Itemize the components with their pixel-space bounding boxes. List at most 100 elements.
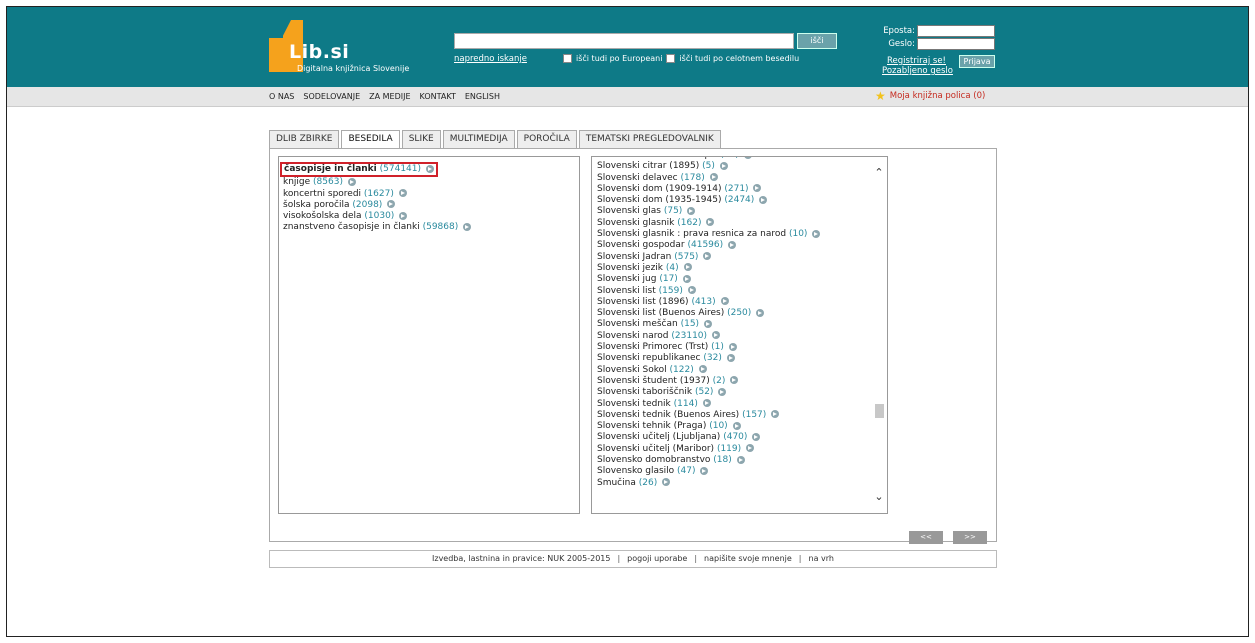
arrow-right-icon[interactable] [732,421,741,430]
arrow-right-icon[interactable] [711,331,720,340]
arrow-right-icon[interactable] [347,177,356,186]
item-title[interactable]: Slovenski dom (1935-1945) [597,195,721,205]
item-title[interactable]: Slovenski delavec [597,173,678,183]
list-item[interactable]: Slovenski študent (1937) (2) [597,376,820,387]
arrow-right-icon[interactable] [812,229,821,238]
list-item[interactable]: Slovenski Jadran (575) [597,252,820,263]
list-item[interactable]: Slovenski list (159) [597,286,820,297]
list-item[interactable]: Slovenski tehnik (Praga) (10) [597,421,820,432]
arrow-right-icon[interactable] [726,353,735,362]
item-title[interactable]: Slovenski glasnik [597,218,674,228]
list-item[interactable]: Slovenski Sokol (122) [597,365,820,376]
arrow-right-icon[interactable] [703,252,712,261]
list-item[interactable]: Slovenski glasnik (162) [597,218,820,229]
list-item[interactable]: Slovenski narod (23110) [597,331,820,342]
item-title[interactable]: časopisje in članki [284,164,377,174]
item-title[interactable]: knjige [283,177,310,187]
list-item[interactable]: znanstveno časopisje in članki (59868) [283,222,575,233]
scroll-up-icon[interactable]: ⌃ [873,167,885,179]
item-title[interactable]: Slovenski gospodar [597,240,685,250]
arrow-right-icon[interactable] [752,432,761,441]
list-item[interactable]: Slovenski tednik (Buenos Aires) (157) [597,410,820,421]
list-item[interactable]: koncertni sporedi (1627) [283,189,575,200]
item-title[interactable]: Slovenski Jadran [597,252,671,262]
item-title[interactable]: koncertni sporedi [283,189,361,199]
tab-texts[interactable]: BESEDILA [341,130,400,149]
item-title[interactable]: Slovenski študent (1937) [597,376,710,386]
arrow-right-icon[interactable] [720,297,729,306]
item-title[interactable]: Slovenski meščan [597,319,678,329]
arrow-right-icon[interactable] [728,240,737,249]
arrow-right-icon[interactable] [687,286,696,295]
item-title[interactable]: Slovenski citrar (1895) [597,161,699,171]
logo-text[interactable]: Lib.si [289,41,349,63]
arrow-right-icon[interactable] [709,173,718,182]
item-title[interactable]: Slovenski jezik [597,263,663,273]
item-title[interactable]: Slovenski Primorec (Trst) [597,342,708,352]
nav-item-english[interactable]: ENGLISH [465,92,500,101]
arrow-right-icon[interactable] [682,274,691,283]
tab-reports[interactable]: POROČILA [516,130,577,148]
arrow-right-icon[interactable] [700,466,709,475]
item-title[interactable]: Slovenski učitelj (Maribor) [597,444,714,454]
europeana-checkbox[interactable] [563,54,572,63]
list-item[interactable]: knjige (8563) [283,177,575,188]
item-title[interactable]: visokošolska dela [283,211,362,221]
nav-item-cooperation[interactable]: SODELOVANJE [303,92,360,101]
item-title[interactable]: šolska poročila [283,200,350,210]
arrow-right-icon[interactable] [399,211,408,220]
arrow-right-icon[interactable] [728,342,737,351]
item-title[interactable]: Slovenski narod [597,331,669,341]
arrow-right-icon[interactable] [706,218,715,227]
fulltext-checkbox[interactable] [666,54,676,63]
item-title[interactable]: Slovenski list [597,286,656,296]
list-item[interactable]: visokošolska dela (1030) [283,211,575,222]
list-item[interactable]: Smučina (26) [597,478,820,489]
list-item[interactable]: šolska poročila (2098) [283,200,575,211]
item-title[interactable]: Slovenski list (Buenos Aires) [597,308,724,318]
arrow-right-icon[interactable] [683,263,692,272]
arrow-right-icon[interactable] [736,455,745,464]
list-item[interactable]: Slovenski glasnik : prava resnica za nar… [597,229,821,240]
arrow-right-icon[interactable] [698,365,707,374]
list-item[interactable]: Slovenski gospodar (41596) [597,240,820,251]
item-title[interactable]: Slovenski cerkveni časopis [597,157,717,160]
item-title[interactable]: Slovenski tehnik (Praga) [597,421,706,431]
item-title[interactable]: Slovenski tednik (Buenos Aires) [597,410,739,420]
arrow-right-icon[interactable] [746,444,755,453]
scroll-down-icon[interactable]: ⌄ [873,491,885,503]
arrow-right-icon[interactable] [756,308,765,317]
my-bookshelf-link[interactable]: ★ Moja knjižna polica (0) [875,90,985,102]
arrow-right-icon[interactable] [719,161,728,170]
search-button[interactable]: išči [797,33,837,49]
title-list[interactable]: Slovenski cerkveni časopis (27) Slovensk… [591,156,888,514]
arrow-right-icon[interactable] [662,478,671,487]
advanced-search-link[interactable]: napredno iskanje [454,54,527,64]
prev-page-button[interactable]: << [909,531,943,544]
arrow-right-icon[interactable] [753,184,762,193]
list-item[interactable]: Slovenski taboriščnik (52) [597,387,820,398]
list-item[interactable]: Slovensko glasilo (47) [597,466,820,477]
arrow-right-icon[interactable] [718,387,727,396]
arrow-right-icon[interactable] [463,222,472,231]
title-list-scrollbar[interactable]: ⌃ ⌄ [873,159,885,511]
list-item[interactable]: Slovenski republikanec (32) [597,353,820,364]
list-item[interactable]: Slovenski glas (75) [597,206,820,217]
item-title[interactable]: Slovenski Sokol [597,365,667,375]
list-item[interactable]: Slovenski delavec (178) [597,173,820,184]
list-item[interactable]: Slovenski jug (17) [597,274,820,285]
list-item[interactable]: časopisje in članki (574141) [280,162,575,178]
item-title[interactable]: Slovenski dom (1909-1914) [597,184,721,194]
item-title[interactable]: Slovenski glasnik : prava resnica za nar… [597,229,786,239]
register-link[interactable]: Registriraj se! [887,56,946,66]
tab-thematic-browser[interactable]: TEMATSKI PREGLEDOVALNIK [578,130,721,148]
arrow-right-icon[interactable] [702,399,711,408]
item-title[interactable]: Slovenski glas [597,206,661,216]
login-button[interactable]: Prijava [959,55,995,68]
list-item[interactable]: Slovenski tednik (114) [597,399,820,410]
footer-terms-link[interactable]: pogoji uporabe [627,554,687,563]
forgot-password-link[interactable]: Pozabljeno geslo [882,66,953,76]
arrow-right-icon[interactable] [398,189,407,198]
item-title[interactable]: Slovensko glasilo [597,466,674,476]
footer-feedback-link[interactable]: napišite svoje mnenje [704,554,792,563]
